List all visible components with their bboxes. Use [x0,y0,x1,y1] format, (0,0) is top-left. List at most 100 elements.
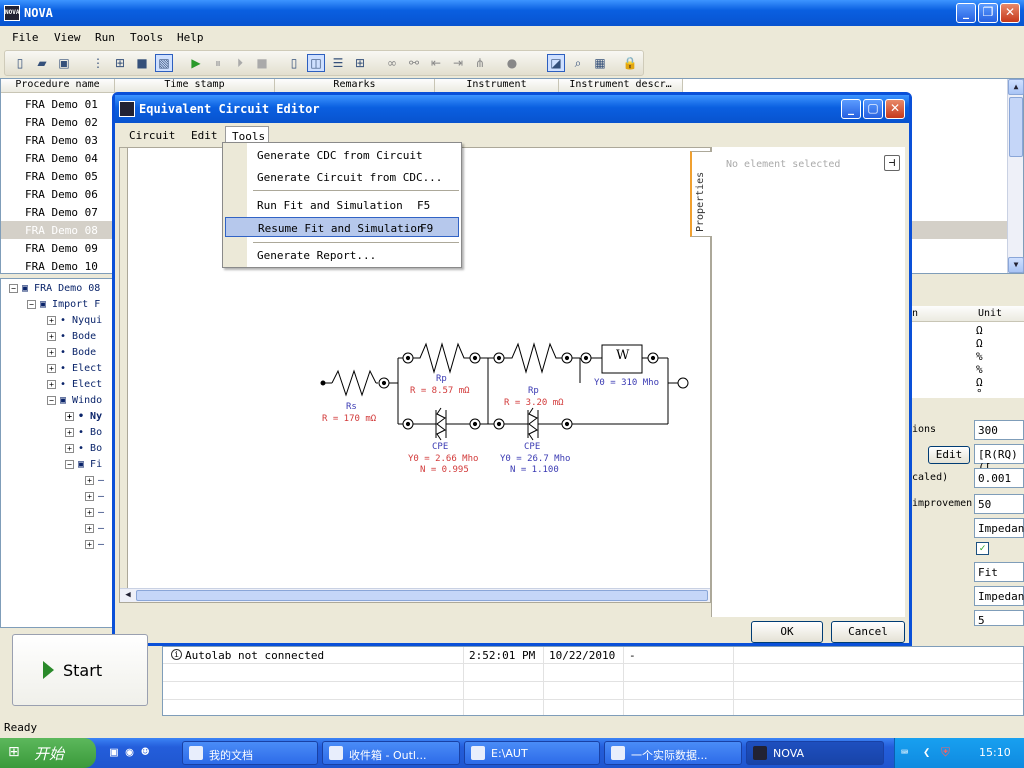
tree-leaf[interactable]: + — [85,523,104,534]
param-dropdown[interactable]: Impedanc [974,586,1024,606]
stop-square-icon[interactable]: ■ [133,54,151,72]
edit-button[interactable]: Edit [928,446,970,464]
task-explorer[interactable]: E:\AUT [464,741,600,765]
maximize-button[interactable]: ❐ [978,3,998,23]
menu-tools[interactable]: Tools [130,31,163,44]
param-input[interactable]: 5 [974,610,1024,627]
minimize-button[interactable]: _ [956,3,976,23]
tree-item[interactable]: + • Bode [47,331,96,342]
record-icon[interactable]: ● [503,54,521,72]
tree-item[interactable]: + • Elect [47,363,102,374]
step-icon[interactable]: ⏵ [231,54,249,72]
menu-file[interactable]: File [12,31,39,44]
dialog-minimize-button[interactable]: _ [841,99,861,119]
tree-sub-item[interactable]: + • Bo [65,443,102,454]
tree-leaf[interactable]: + — [85,475,104,486]
dialog-close-button[interactable]: ✕ [885,99,905,119]
dialog-title-bar[interactable]: Equivalent Circuit Editor _ ▢ ✕ [115,95,909,123]
hscroll-thumb[interactable] [136,590,708,601]
new-icon[interactable]: ▯ [11,54,29,72]
procedure-icon[interactable]: ▧ [155,54,173,72]
tree-sub-item[interactable]: + • Bo [65,427,102,438]
tree-leaf[interactable]: + — [85,491,104,502]
tree-import[interactable]: − ▣ Import F [27,299,100,310]
pause-icon[interactable]: ⏸ [209,54,227,72]
dialog-maximize-button[interactable]: ▢ [863,99,883,119]
scroll-thumb[interactable] [1009,97,1023,157]
param-dropdown[interactable]: Impedanc [974,518,1024,538]
layout-single-icon[interactable]: ▯ [285,54,303,72]
scroll-left-icon[interactable]: ◀ [121,589,135,602]
windows-start-button[interactable]: ⊞ 开始 [0,738,96,768]
param-input[interactable]: 50 [974,494,1024,514]
menu-item-generate-circuit[interactable]: Generate Circuit from CDC... [253,167,458,187]
log-row[interactable]: i Autolab not connected 2:52:01 PM 10/22… [163,647,1023,664]
task-nova[interactable]: NOVA [746,741,884,765]
menu-item-run-fit[interactable]: Run Fit and Simulation F5 [253,195,458,215]
menu-item-generate-cdc[interactable]: Generate CDC from Circuit [253,145,458,165]
import-icon[interactable]: ⇤ [427,54,445,72]
col-instrument[interactable]: Instrument [435,79,559,93]
main-title-bar[interactable]: NOVA NOVA _ ❐ ✕ [0,0,1024,26]
table-icon[interactable]: ▦ [591,54,609,72]
param-checkbox[interactable]: ✓ [976,542,989,555]
menu-item-resume-fit[interactable]: Resume Fit and Simulation F9 [225,217,459,237]
task-outlook[interactable]: 收件箱 - Outl... [322,741,460,765]
tree-window[interactable]: − ▣ Windo [47,395,102,406]
link-icon[interactable]: ∞ [383,54,401,72]
menu-run[interactable]: Run [95,31,115,44]
stop-icon[interactable]: ■ [253,54,271,72]
ok-button[interactable]: OK [751,621,823,643]
layout-rows-icon[interactable]: ☰ [329,54,347,72]
quicklaunch-icons[interactable]: ▣ ◉ ☻ [110,745,149,760]
tree-sub-item[interactable]: − ▣ Fi [65,459,102,470]
zoom-icon[interactable]: ⌕ [569,54,587,72]
play-icon[interactable]: ▶ [187,54,205,72]
dialog-menu-circuit[interactable]: Circuit [129,129,175,142]
security-shield-icon[interactable]: ⛨ [941,745,950,760]
col-procedure-name[interactable]: Procedure name [1,79,115,93]
close-button[interactable]: ✕ [1000,3,1020,23]
cdc-input[interactable]: [R(RQ)([ [974,444,1024,474]
task-my-documents[interactable]: 我的文档 [182,741,318,765]
export-icon[interactable]: ⇥ [449,54,467,72]
menu-help[interactable]: Help [177,31,204,44]
scroll-up-icon[interactable]: ▲ [1008,79,1024,95]
tree-leaf[interactable]: + — [85,507,104,518]
tray-expand-icon[interactable]: ❮ [923,745,930,759]
procedure-tree[interactable]: − ▣ FRA Demo 08 − ▣ Import F + • Nyqui + • B… [0,278,114,628]
chart-icon[interactable]: ◪ [547,54,565,72]
pin-icon[interactable]: ⊣ [884,155,900,171]
param-input[interactable]: 300 [974,420,1024,440]
hierarchy-icon[interactable]: ⊞ [111,54,129,72]
scroll-down-icon[interactable]: ▼ [1008,257,1024,273]
col-instrument-description[interactable]: Instrument descr… [559,79,683,93]
tree-icon[interactable]: ⋮ [89,54,107,72]
start-procedure-button[interactable]: Start [12,634,148,706]
network-icon[interactable]: ⋔ [471,54,489,72]
tree-root[interactable]: − ▣ FRA Demo 08 [9,283,100,294]
tree-leaf[interactable]: + — [85,539,104,550]
log-panel[interactable]: i Autolab not connected 2:52:01 PM 10/22… [162,646,1024,716]
layout-split-icon[interactable]: ◫ [307,54,325,72]
menu-view[interactable]: View [54,31,81,44]
list-scrollbar[interactable]: ▲ ▼ [1007,79,1024,273]
canvas-hscrollbar[interactable]: ◀ [120,588,710,602]
keyboard-icon[interactable]: ⌨ [901,745,908,759]
tree-item[interactable]: + • Nyqui [47,315,102,326]
save-icon[interactable]: ▣ [55,54,73,72]
open-icon[interactable]: ▰ [33,54,51,72]
lock-icon[interactable]: 🔒 [621,54,639,72]
param-dropdown[interactable]: Fit [974,562,1024,582]
dialog-menu-edit[interactable]: Edit [191,129,218,142]
cancel-button[interactable]: Cancel [831,621,905,643]
properties-tab[interactable]: Properties [690,151,712,237]
unlink-icon[interactable]: ⚯ [405,54,423,72]
param-input[interactable]: 0.001 [974,468,1024,488]
tree-item[interactable]: + • Elect [47,379,102,390]
col-remarks[interactable]: Remarks [275,79,435,93]
menu-item-generate-report[interactable]: Generate Report... [253,245,458,265]
layout-grid-icon[interactable]: ⊞ [351,54,369,72]
task-word[interactable]: 一个实际数据... [604,741,742,765]
tree-item[interactable]: + • Bode [47,347,96,358]
